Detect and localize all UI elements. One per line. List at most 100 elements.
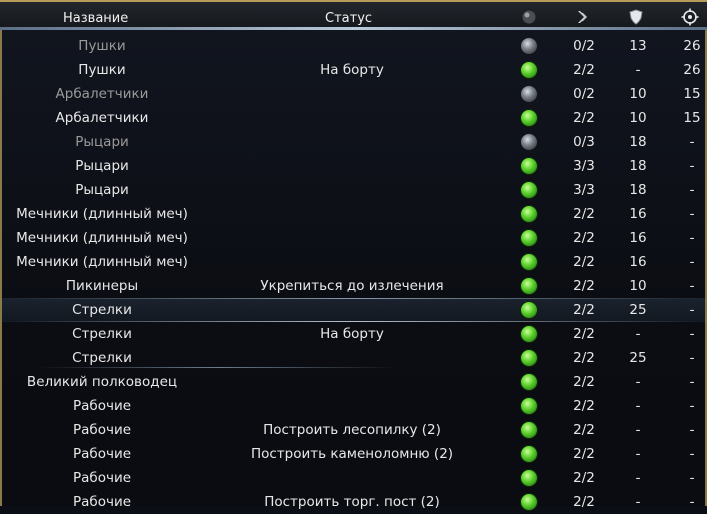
unit-name: Великий полководец: [26, 374, 178, 390]
health-green-icon: [521, 326, 537, 342]
unit-armor: 18: [629, 158, 647, 174]
health-green-icon: [521, 470, 537, 486]
health-grey-icon: [521, 86, 537, 102]
column-header-status[interactable]: Статус: [325, 11, 372, 26]
health-grey-icon: [521, 134, 537, 150]
table-row[interactable]: Арбалетчики 0/2 10 15: [2, 82, 705, 106]
unit-name: Рабочие: [72, 494, 132, 510]
unit-range: 26: [683, 38, 701, 54]
unit-armor: 10: [629, 86, 647, 102]
table-row[interactable]: Пикинеры Укрепиться до излечения 2/2 10 -: [2, 274, 705, 298]
table-row[interactable]: Рабочие Построить каменоломню (2) 2/2 - -: [2, 442, 705, 466]
unit-name: Рыцари: [75, 182, 129, 198]
health-green-icon: [521, 110, 537, 126]
health-green-icon: [521, 494, 537, 510]
unit-range: -: [689, 422, 695, 438]
unit-range: -: [689, 278, 695, 294]
unit-armor: 25: [629, 350, 647, 366]
health-green-icon: [521, 302, 537, 318]
unit-name: Стрелки: [72, 350, 132, 366]
table-row[interactable]: Стрелки На борту 2/2 - -: [2, 322, 705, 346]
health-green-icon: [521, 62, 537, 78]
table-row[interactable]: Арбалетчики 2/2 10 15: [2, 106, 705, 130]
unit-move: 2/2: [573, 374, 595, 390]
unit-armor: -: [635, 422, 641, 438]
unit-range: -: [689, 302, 695, 318]
unit-status: На борту: [320, 326, 384, 342]
unit-move: 2/2: [573, 230, 595, 246]
unit-range: -: [689, 134, 695, 150]
unit-armor: 18: [629, 134, 647, 150]
unit-name: Пикинеры: [65, 278, 139, 294]
table-row[interactable]: Рыцари 3/3 18 -: [2, 154, 705, 178]
unit-move: 3/3: [573, 182, 595, 198]
unit-name: Пушки: [78, 62, 126, 78]
table-row[interactable]: Рабочие Построить торг. пост (2) 2/2 - -: [2, 490, 705, 514]
unit-name: Мечники (длинный меч): [16, 206, 188, 222]
unit-name: Арбалетчики: [55, 110, 149, 126]
unit-move: 2/2: [573, 62, 595, 78]
unit-range: -: [689, 470, 695, 486]
unit-armor: 16: [629, 230, 647, 246]
unit-armor: 10: [629, 110, 647, 126]
table-row[interactable]: Рыцари 0/3 18 -: [2, 130, 705, 154]
table-row[interactable]: Рабочие Построить лесопилку (2) 2/2 - -: [2, 418, 705, 442]
unit-range: 15: [683, 86, 701, 102]
target-icon[interactable]: [681, 8, 699, 26]
unit-move: 2/2: [573, 446, 595, 462]
unit-name: Мечники (длинный меч): [16, 254, 188, 270]
unit-armor: -: [635, 374, 641, 390]
movement-icon[interactable]: [574, 8, 592, 26]
unit-armor: -: [635, 470, 641, 486]
table-row[interactable]: Великий полководец 2/2 - -: [2, 370, 705, 394]
unit-name: Рыцари: [75, 134, 129, 150]
unit-armor: 10: [629, 278, 647, 294]
table-row[interactable]: Стрелки 2/2 25 -: [2, 298, 705, 322]
health-green-icon: [521, 230, 537, 246]
table-row[interactable]: Рабочие 2/2 - -: [2, 394, 705, 418]
unit-name: Стрелки: [72, 326, 132, 342]
health-green-icon: [521, 278, 537, 294]
unit-name: Мечники (длинный меч): [16, 230, 188, 246]
unit-name: Рабочие: [72, 398, 132, 414]
table-row[interactable]: Рыцари 3/3 18 -: [2, 178, 705, 202]
health-green-icon: [521, 422, 537, 438]
unit-name: Арбалетчики: [55, 86, 149, 102]
table-row[interactable]: Пушки На борту 2/2 - 26: [2, 58, 705, 82]
table-row[interactable]: Мечники (длинный меч) 2/2 16 -: [2, 226, 705, 250]
unit-armor: 16: [629, 254, 647, 270]
health-green-icon: [521, 446, 537, 462]
unit-name: Пушки: [78, 38, 126, 54]
unit-move: 2/2: [573, 422, 595, 438]
unit-armor: 16: [629, 206, 647, 222]
health-green-icon: [521, 206, 537, 222]
unit-move: 2/2: [573, 470, 595, 486]
unit-move: 0/2: [573, 38, 595, 54]
row-separator: [38, 367, 398, 368]
unit-move: 3/3: [573, 158, 595, 174]
unit-range: -: [689, 230, 695, 246]
unit-move: 2/2: [573, 326, 595, 342]
health-dot-icon[interactable]: [520, 8, 538, 26]
unit-range: 26: [683, 62, 701, 78]
unit-name: Рабочие: [72, 422, 132, 438]
shield-icon[interactable]: [627, 8, 645, 26]
table-row[interactable]: Мечники (длинный меч) 2/2 16 -: [2, 202, 705, 226]
unit-status: Построить каменоломню (2): [250, 446, 454, 462]
unit-move: 0/3: [573, 134, 595, 150]
unit-move: 2/2: [573, 398, 595, 414]
table-row[interactable]: Пушки 0/2 13 26: [2, 34, 705, 58]
column-header-name[interactable]: Название: [63, 11, 128, 26]
unit-armor: 13: [629, 38, 647, 54]
unit-name: Стрелки: [72, 302, 132, 318]
unit-move: 2/2: [573, 302, 595, 318]
unit-armor: -: [635, 446, 641, 462]
unit-status: Построить лесопилку (2): [263, 422, 441, 438]
unit-status: На борту: [320, 62, 384, 78]
table-row[interactable]: Мечники (длинный меч) 2/2 16 -: [2, 250, 705, 274]
unit-move: 2/2: [573, 110, 595, 126]
unit-range: -: [689, 350, 695, 366]
unit-range: -: [689, 326, 695, 342]
unit-range: -: [689, 254, 695, 270]
table-row[interactable]: Рабочие 2/2 - -: [2, 466, 705, 490]
